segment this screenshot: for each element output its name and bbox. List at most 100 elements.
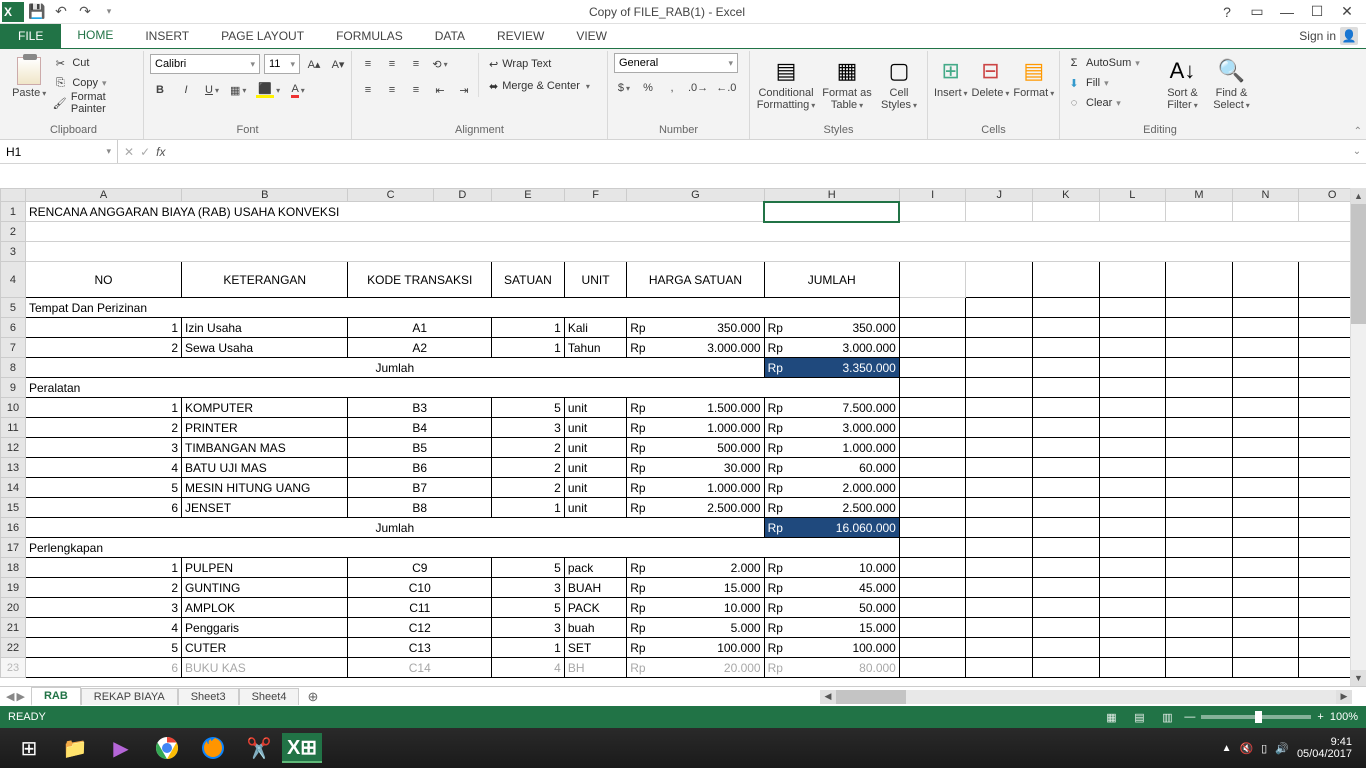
cell-hdr-kode[interactable]: KODE TRANSAKSI xyxy=(348,262,492,298)
s0r1-jum[interactable]: Rp3.000.000 xyxy=(764,338,899,358)
s2r0-sat[interactable]: 5 xyxy=(492,558,565,578)
row-11[interactable]: 11 2PRINTERB43unit Rp1.000.000 Rp3.000.0… xyxy=(1,418,1366,438)
row-20[interactable]: 20 3AMPLOKC115PACK Rp10.000 Rp50.000 xyxy=(1,598,1366,618)
s2r3-jum[interactable]: Rp15.000 xyxy=(764,618,899,638)
s2r0-no[interactable]: 1 xyxy=(25,558,181,578)
s2r4-jum[interactable]: Rp100.000 xyxy=(764,638,899,658)
row-header-10[interactable]: 10 xyxy=(1,398,26,418)
row-18[interactable]: 18 1PULPENC95pack Rp2.000 Rp10.000 xyxy=(1,558,1366,578)
s2r0-jum[interactable]: Rp10.000 xyxy=(764,558,899,578)
s1r2-kode[interactable]: B5 xyxy=(348,438,492,458)
s0-jumlah-label[interactable]: Jumlah xyxy=(25,358,764,378)
sheet-tab-sheet3[interactable]: Sheet3 xyxy=(178,688,239,705)
s1r0-harga[interactable]: Rp1.500.000 xyxy=(627,398,764,418)
sheet-tab-sheet4[interactable]: Sheet4 xyxy=(239,688,300,705)
row-19[interactable]: 19 2GUNTINGC103BUAH Rp15.000 Rp45.000 xyxy=(1,578,1366,598)
s1r0-unit[interactable]: unit xyxy=(564,398,626,418)
s1r5-harga[interactable]: Rp2.500.000 xyxy=(627,498,764,518)
select-all-button[interactable] xyxy=(1,189,26,202)
zoom-value[interactable]: 100% xyxy=(1330,711,1358,723)
vscroll-thumb[interactable] xyxy=(1351,204,1366,324)
s2r1-ket[interactable]: GUNTING xyxy=(182,578,348,598)
fill-button[interactable]: ⬇Fill▾ xyxy=(1066,73,1156,93)
s2r4-ket[interactable]: CUTER xyxy=(182,638,348,658)
cell-styles-button[interactable]: ▢Cell Styles xyxy=(878,53,920,112)
s1r2-unit[interactable]: unit xyxy=(564,438,626,458)
row-14[interactable]: 14 5MESIN HITUNG UANGB72unit Rp1.000.000… xyxy=(1,478,1366,498)
delete-cells-button[interactable]: ⊟Delete xyxy=(972,53,1010,100)
s1r3-unit[interactable]: unit xyxy=(564,458,626,478)
row-header-22[interactable]: 22 xyxy=(1,638,26,658)
s1r2-jum[interactable]: Rp1.000.000 xyxy=(764,438,899,458)
row-1[interactable]: 1 RENCANA ANGGARAN BIAYA (RAB) USAHA KON… xyxy=(1,202,1366,222)
hscroll-right-icon[interactable]: ▶ xyxy=(1336,690,1352,704)
s2r2-ket[interactable]: AMPLOK xyxy=(182,598,348,618)
row-21[interactable]: 21 4PenggarisC123buah Rp5.000 Rp15.000 xyxy=(1,618,1366,638)
s1r2-sat[interactable]: 2 xyxy=(492,438,565,458)
cell-A1[interactable]: RENCANA ANGGARAN BIAYA (RAB) USAHA KONVE… xyxy=(25,202,764,222)
accounting-format-button[interactable]: $ xyxy=(614,78,634,98)
s0r0-harga[interactable]: Rp350.000 xyxy=(627,318,764,338)
s1r5-no[interactable]: 6 xyxy=(25,498,181,518)
tab-home[interactable]: HOME xyxy=(61,24,129,48)
s0r1-kode[interactable]: A2 xyxy=(348,338,492,358)
italic-button[interactable]: I xyxy=(176,80,196,100)
close-button[interactable]: ✕ xyxy=(1334,2,1360,22)
spreadsheet-grid[interactable]: A B C D E F G H I J K L M N O 1 RENCANA … xyxy=(0,188,1366,678)
view-normal-icon[interactable]: ▦ xyxy=(1100,709,1122,725)
s2r2-unit[interactable]: PACK xyxy=(564,598,626,618)
row-15[interactable]: 15 6JENSETB81unit Rp2.500.000 Rp2.500.00… xyxy=(1,498,1366,518)
s2r4-sat[interactable]: 1 xyxy=(492,638,565,658)
maximize-button[interactable]: ☐ xyxy=(1304,2,1330,22)
row-header-9[interactable]: 9 xyxy=(1,378,26,398)
add-sheet-button[interactable]: ⊕ xyxy=(299,689,326,705)
section-2-label[interactable]: Perlengkapan xyxy=(25,538,899,558)
cell-hdr-no[interactable]: NO xyxy=(25,262,181,298)
s2r2-harga[interactable]: Rp10.000 xyxy=(627,598,764,618)
s1r1-unit[interactable]: unit xyxy=(564,418,626,438)
volume-icon[interactable]: 🔊 xyxy=(1275,742,1289,755)
increase-decimal-button[interactable]: .0→ xyxy=(686,78,710,98)
scroll-up-icon[interactable]: ▲ xyxy=(1351,188,1366,204)
orientation-button[interactable]: ⟲ xyxy=(430,54,450,74)
s1r3-ket[interactable]: BATU UJI MAS xyxy=(182,458,348,478)
font-color-button[interactable]: A xyxy=(288,80,308,100)
section-1-label[interactable]: Peralatan xyxy=(25,378,899,398)
s0r0-jum[interactable]: Rp350.000 xyxy=(764,318,899,338)
find-select-button[interactable]: 🔍Find & Select xyxy=(1209,53,1254,112)
s2r4-unit[interactable]: SET xyxy=(564,638,626,658)
s2r5-harga[interactable]: Rp20.000 xyxy=(627,658,764,678)
tab-insert[interactable]: INSERT xyxy=(129,24,205,48)
sheet-tab-rekap[interactable]: REKAP BIAYA xyxy=(81,688,178,705)
s2r4-kode[interactable]: C13 xyxy=(348,638,492,658)
s1r4-jum[interactable]: Rp2.000.000 xyxy=(764,478,899,498)
sign-in[interactable]: Sign in 👤 xyxy=(1291,24,1366,48)
align-center-button[interactable]: ≡ xyxy=(382,80,402,100)
row-16[interactable]: 16 Jumlah Rp16.060.000 xyxy=(1,518,1366,538)
align-bottom-button[interactable]: ≡ xyxy=(406,54,426,74)
row-13[interactable]: 13 4BATU UJI MASB62unit Rp30.000 Rp60.00… xyxy=(1,458,1366,478)
grow-font-button[interactable]: A▴ xyxy=(304,54,324,74)
row-header-6[interactable]: 6 xyxy=(1,318,26,338)
s2r0-unit[interactable]: pack xyxy=(564,558,626,578)
s2r5-ket[interactable]: BUKU KAS xyxy=(182,658,348,678)
col-D[interactable]: D xyxy=(433,189,491,202)
cancel-formula-icon[interactable]: ✕ xyxy=(124,145,134,159)
s1r5-ket[interactable]: JENSET xyxy=(182,498,348,518)
file-explorer-icon[interactable]: 📁 xyxy=(52,731,98,765)
col-F[interactable]: F xyxy=(564,189,626,202)
scroll-down-icon[interactable]: ▼ xyxy=(1351,670,1366,686)
row-header-15[interactable]: 15 xyxy=(1,498,26,518)
fx-button[interactable]: fx xyxy=(156,145,165,159)
cell-hdr-unit[interactable]: UNIT xyxy=(564,262,626,298)
align-right-button[interactable]: ≡ xyxy=(406,80,426,100)
s1r4-unit[interactable]: unit xyxy=(564,478,626,498)
start-button[interactable]: ⊞ xyxy=(6,731,52,765)
wrap-text-button[interactable]: ↩Wrap Text xyxy=(485,53,594,75)
s1r2-ket[interactable]: TIMBANGAN MAS xyxy=(182,438,348,458)
cell-hdr-jumlah[interactable]: JUMLAH xyxy=(764,262,899,298)
shrink-font-button[interactable]: A▾ xyxy=(328,54,348,74)
row-header-3[interactable]: 3 xyxy=(1,242,26,262)
col-I[interactable]: I xyxy=(899,189,966,202)
row-header-2[interactable]: 2 xyxy=(1,222,26,242)
